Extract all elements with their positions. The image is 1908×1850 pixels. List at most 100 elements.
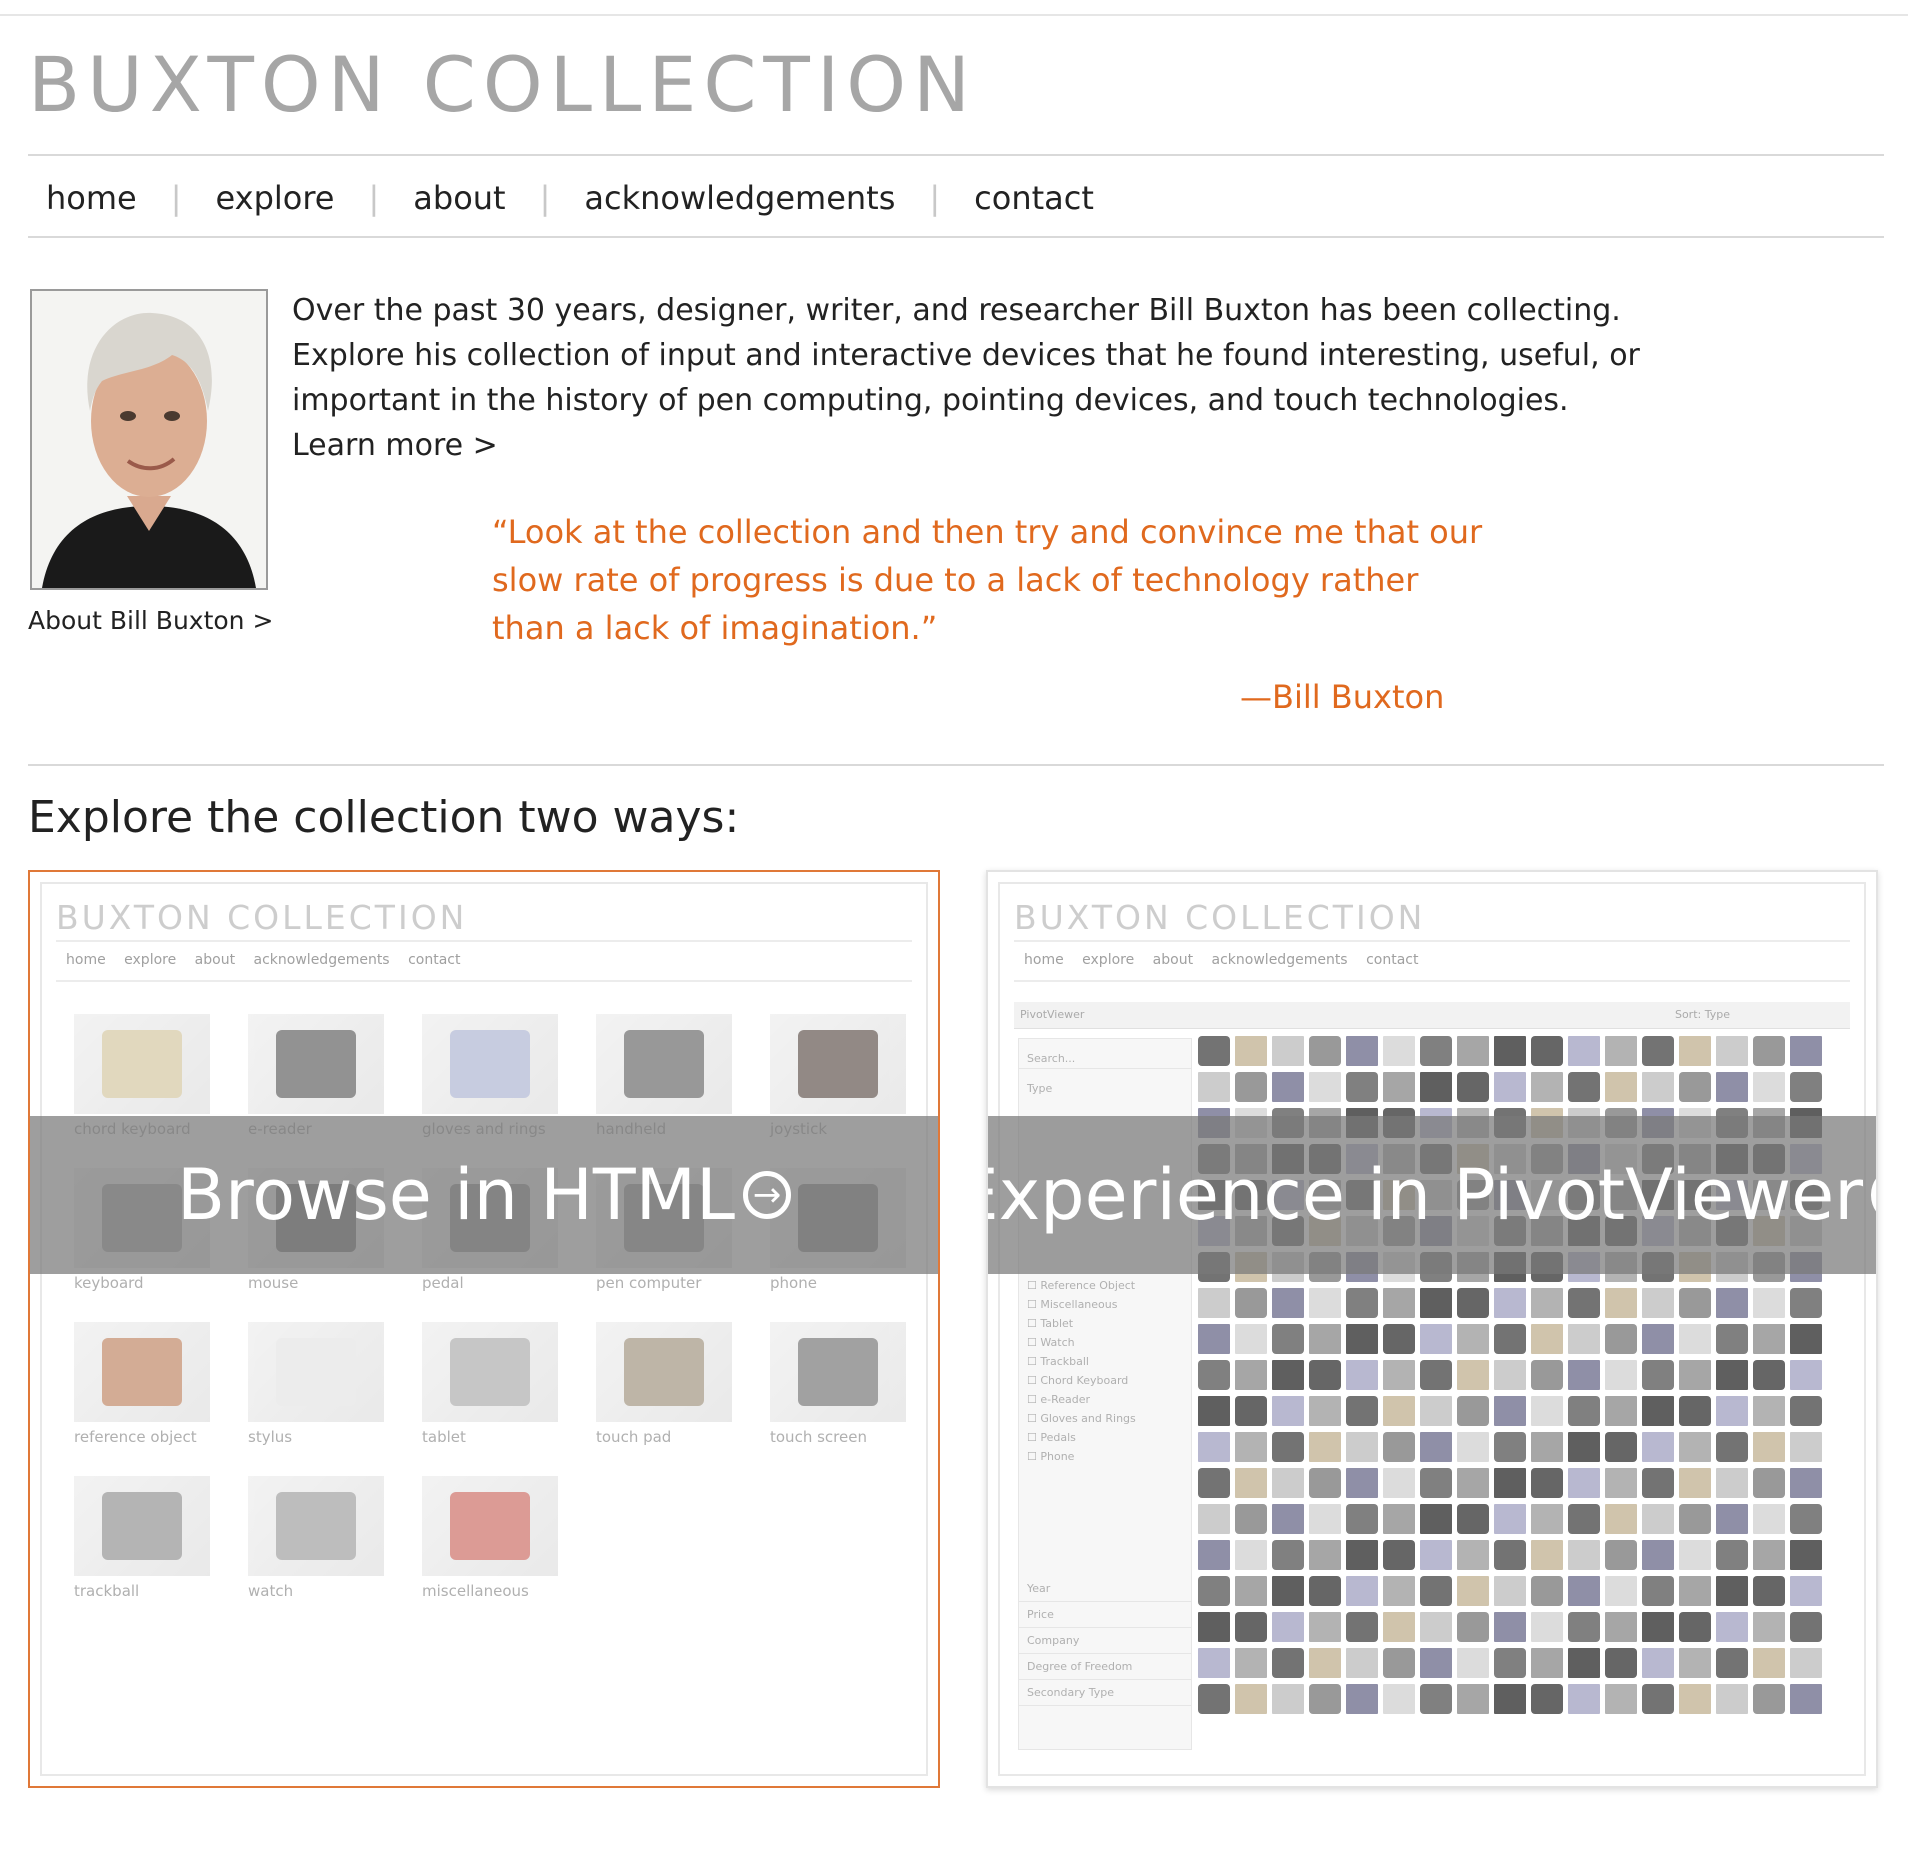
pivot-item-thumbnail xyxy=(1790,1612,1822,1642)
pivot-item-thumbnail xyxy=(1642,1432,1674,1462)
pivot-facet-item: ☐ Gloves and Rings xyxy=(1027,1412,1136,1425)
category-thumbnail xyxy=(248,1322,384,1422)
category-thumbnail xyxy=(74,1014,210,1114)
pivot-item-thumbnail xyxy=(1235,1396,1267,1426)
pivot-facet-item: ☐ Tablet xyxy=(1027,1317,1074,1330)
pivot-item-thumbnail xyxy=(1642,1036,1674,1066)
pivot-item-thumbnail xyxy=(1679,1468,1711,1498)
pivot-facet-item: ☐ Trackball xyxy=(1027,1355,1089,1368)
pivot-item-thumbnail xyxy=(1309,1684,1341,1714)
pivot-item-thumbnail xyxy=(1790,1396,1822,1426)
pivot-item-thumbnail xyxy=(1494,1396,1526,1426)
pivot-item-thumbnail xyxy=(1346,1612,1378,1642)
pivot-item-thumbnail xyxy=(1383,1648,1415,1678)
pivot-item-thumbnail xyxy=(1531,1324,1563,1354)
pivot-item-thumbnail xyxy=(1605,1036,1637,1066)
pivot-item-thumbnail xyxy=(1457,1504,1489,1534)
browse-html-panel[interactable]: BUXTON COLLECTION home explore about ack… xyxy=(28,870,940,1788)
learn-more-link[interactable]: Learn more > xyxy=(292,423,1682,468)
pivot-item-thumbnail xyxy=(1642,1576,1674,1606)
quote-attribution: —Bill Buxton xyxy=(1240,678,1445,716)
pivot-item-thumbnail xyxy=(1531,1360,1563,1390)
pivot-item-thumbnail xyxy=(1272,1360,1304,1390)
pivot-item-thumbnail xyxy=(1383,1360,1415,1390)
pivot-item-thumbnail xyxy=(1198,1468,1230,1498)
pivot-item-thumbnail xyxy=(1605,1612,1637,1642)
device-image xyxy=(102,1030,182,1098)
pivot-item-thumbnail xyxy=(1568,1540,1600,1570)
pivot-facet-header: Type xyxy=(1027,1082,1053,1095)
pivotviewer-panel[interactable]: BUXTON COLLECTION home explore about ack… xyxy=(986,870,1878,1788)
pivot-item-thumbnail xyxy=(1642,1648,1674,1678)
pivot-item-thumbnail xyxy=(1272,1504,1304,1534)
nav-about[interactable]: about xyxy=(395,179,523,217)
category-thumbnail xyxy=(596,1014,732,1114)
pivot-item-thumbnail xyxy=(1790,1504,1822,1534)
site-title[interactable]: BUXTON COLLECTION xyxy=(28,40,977,129)
pivot-item-thumbnail xyxy=(1420,1072,1452,1102)
category-thumbnail xyxy=(596,1322,732,1422)
pivot-item-thumbnail xyxy=(1272,1288,1304,1318)
pivot-item-thumbnail xyxy=(1457,1684,1489,1714)
pivot-item-thumbnail xyxy=(1568,1288,1600,1318)
pivot-item-thumbnail xyxy=(1494,1360,1526,1390)
preview-nav-item: acknowledgements xyxy=(1211,952,1348,968)
pivot-item-thumbnail xyxy=(1605,1468,1637,1498)
nav-explore[interactable]: explore xyxy=(198,179,353,217)
category-caption: keyboard xyxy=(74,1274,144,1292)
pivot-item-thumbnail xyxy=(1568,1504,1600,1534)
pivot-item-thumbnail xyxy=(1605,1324,1637,1354)
pivot-item-thumbnail xyxy=(1568,1324,1600,1354)
category-caption: trackball xyxy=(74,1582,140,1600)
pivot-item-thumbnail xyxy=(1716,1612,1748,1642)
pivot-item-thumbnail xyxy=(1457,1360,1489,1390)
pivot-item-thumbnail xyxy=(1235,1432,1267,1462)
nav-home[interactable]: home xyxy=(28,179,155,217)
pivot-item-thumbnail xyxy=(1605,1648,1637,1678)
pivot-more-facets: Year Price Company Degree of Freedom Seconda… xyxy=(1019,1576,1191,1706)
pivot-item-thumbnail xyxy=(1420,1036,1452,1066)
category-caption: reference object xyxy=(74,1428,197,1446)
pivot-item-thumbnail xyxy=(1531,1036,1563,1066)
pivotviewer-banner[interactable]: Experience in PivotViewer → xyxy=(988,1116,1876,1274)
pivot-item-thumbnail xyxy=(1383,1540,1415,1570)
category-grid: chord keyboarde-readergloves and ringsha… xyxy=(74,1014,906,1600)
pivot-item-thumbnail xyxy=(1531,1576,1563,1606)
pivot-item-thumbnail xyxy=(1346,1396,1378,1426)
pivot-item-thumbnail xyxy=(1790,1036,1822,1066)
pivot-item-thumbnail xyxy=(1531,1648,1563,1678)
pivot-item-thumbnail xyxy=(1494,1432,1526,1462)
pivot-item-thumbnail xyxy=(1198,1540,1230,1570)
pivot-item-thumbnail xyxy=(1642,1540,1674,1570)
pivot-item-thumbnail xyxy=(1309,1324,1341,1354)
pivot-item-thumbnail xyxy=(1716,1684,1748,1714)
pivot-item-thumbnail xyxy=(1346,1288,1378,1318)
nav-contact[interactable]: contact xyxy=(956,179,1112,217)
pivot-item-thumbnail xyxy=(1494,1576,1526,1606)
pivot-item-thumbnail xyxy=(1272,1468,1304,1498)
pivot-item-thumbnail xyxy=(1420,1576,1452,1606)
preview-divider xyxy=(56,980,912,982)
pivot-item-thumbnail xyxy=(1753,1576,1785,1606)
pivot-item-thumbnail xyxy=(1309,1468,1341,1498)
browse-html-banner[interactable]: Browse in HTML → xyxy=(30,1116,938,1274)
category-tile: reference object xyxy=(74,1322,210,1446)
pivot-item-thumbnail xyxy=(1642,1684,1674,1714)
pivot-item-thumbnail xyxy=(1309,1612,1341,1642)
pivot-item-thumbnail xyxy=(1568,1612,1600,1642)
bill-buxton-portrait[interactable] xyxy=(30,289,268,590)
category-caption: miscellaneous xyxy=(422,1582,529,1600)
pivot-item-thumbnail xyxy=(1790,1576,1822,1606)
pivot-item-thumbnail xyxy=(1383,1036,1415,1066)
pivot-toolbar-label: PivotViewer xyxy=(1020,1008,1085,1021)
nav-acknowledgements[interactable]: acknowledgements xyxy=(566,179,913,217)
pivot-item-thumbnail xyxy=(1309,1504,1341,1534)
about-bill-buxton-link[interactable]: About Bill Buxton > xyxy=(28,606,273,635)
pivot-item-thumbnail xyxy=(1309,1648,1341,1678)
pivot-facet-item: ☐ Pedals xyxy=(1027,1431,1076,1444)
device-image xyxy=(276,1030,356,1098)
pivot-item-thumbnail xyxy=(1753,1648,1785,1678)
pivot-item-thumbnail xyxy=(1531,1612,1563,1642)
category-tile: miscellaneous xyxy=(422,1476,558,1600)
pivot-item-thumbnail xyxy=(1679,1432,1711,1462)
